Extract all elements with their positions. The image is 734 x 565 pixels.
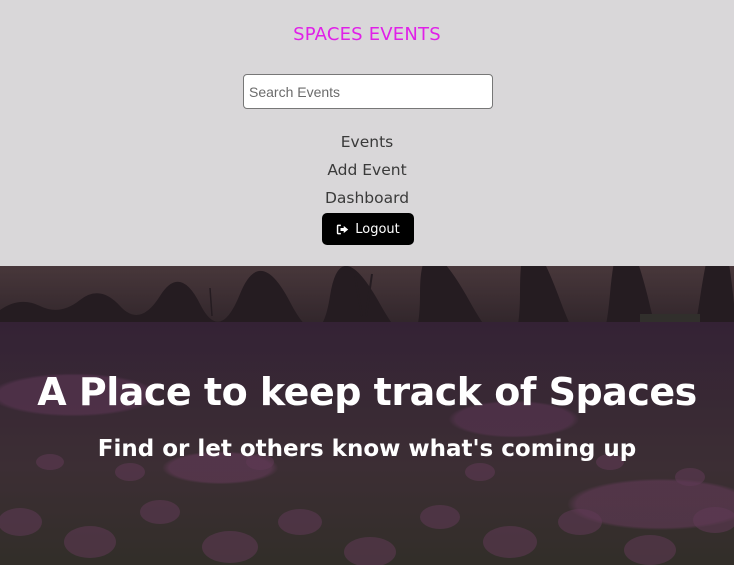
hero-title: A Place to keep track of Spaces (37, 370, 697, 414)
site-header: SPACES EVENTS Events Add Event Dashboard… (0, 0, 734, 266)
nav-link-events[interactable]: Events (0, 128, 734, 156)
logout-icon (336, 223, 349, 236)
hero-overlay (0, 266, 734, 565)
logout-button[interactable]: Logout (322, 213, 414, 245)
nav-link-add-event[interactable]: Add Event (0, 156, 734, 184)
hero-banner: A Place to keep track of Spaces Find or … (0, 266, 734, 565)
logout-label: Logout (355, 221, 400, 237)
main-nav: Events Add Event Dashboard (0, 128, 734, 212)
hero-subtitle: Find or let others know what's coming up (97, 436, 637, 462)
nav-link-dashboard[interactable]: Dashboard (0, 184, 734, 212)
brand-link[interactable]: SPACES EVENTS (293, 24, 441, 45)
brand: SPACES EVENTS (0, 24, 734, 45)
search-input[interactable] (243, 74, 493, 109)
